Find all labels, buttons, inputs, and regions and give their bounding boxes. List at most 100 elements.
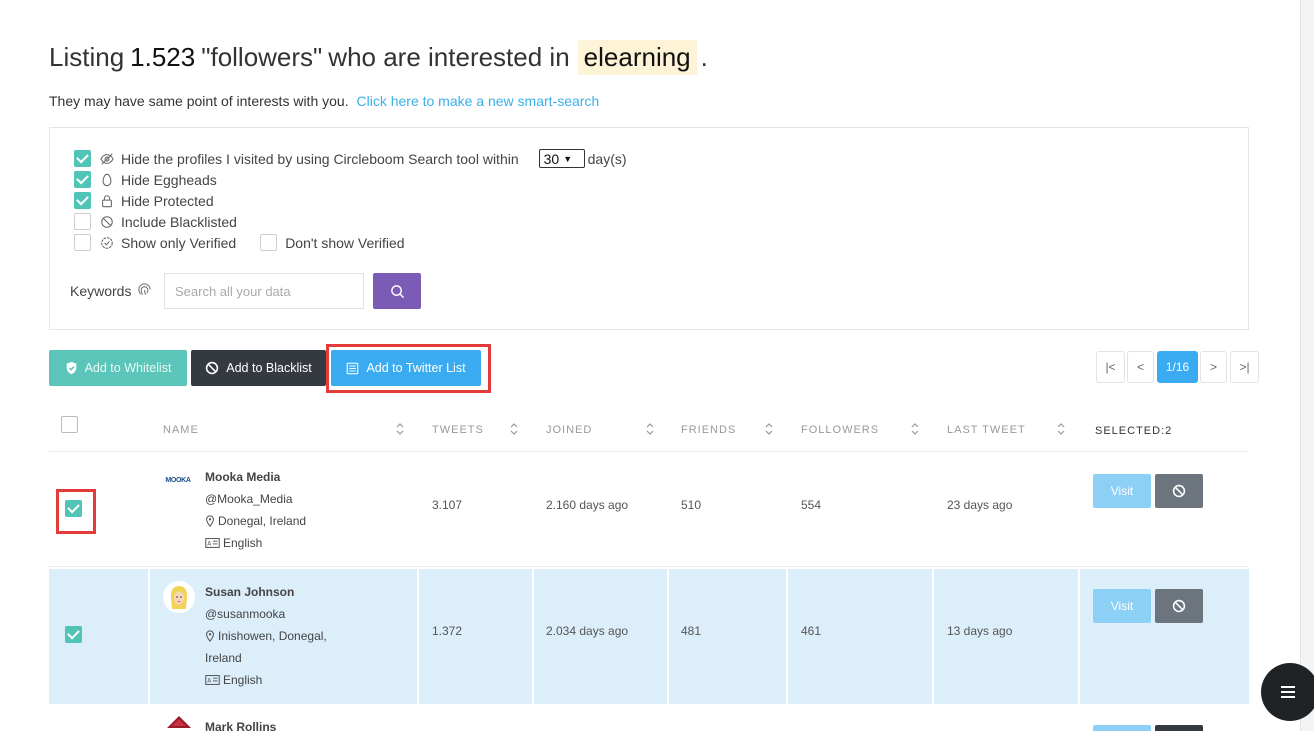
page-scrollbar[interactable]	[1300, 0, 1314, 731]
hide-protected-checkbox[interactable]	[74, 192, 91, 209]
avatar-logo-text: MOOKA	[165, 476, 191, 484]
user-name[interactable]: Mark Rollins	[205, 720, 276, 731]
sort-icon[interactable]	[509, 422, 519, 436]
fingerprint-icon	[137, 282, 152, 300]
block-button[interactable]	[1155, 589, 1203, 623]
user-location: Inishowen, Donegal,	[205, 629, 327, 643]
add-to-whitelist-button[interactable]: Add to Whitelist	[49, 350, 187, 386]
show-only-verified-checkbox[interactable]	[74, 234, 91, 251]
svg-text:A: A	[207, 678, 211, 684]
column-tweets[interactable]: TWEETS	[432, 424, 484, 436]
column-divider	[532, 569, 534, 704]
sort-icon[interactable]	[1056, 422, 1066, 436]
visit-button[interactable]	[1093, 725, 1151, 731]
pagination-next[interactable]: >	[1200, 351, 1227, 383]
add-to-blacklist-button[interactable]: Add to Blacklist	[191, 350, 326, 386]
language-text: English	[223, 536, 263, 550]
hide-visited-checkbox[interactable]	[74, 150, 91, 167]
column-divider	[148, 569, 150, 704]
block-button[interactable]	[1155, 725, 1203, 731]
language-icon: A	[205, 675, 220, 685]
select-all-checkbox[interactable]	[61, 416, 78, 433]
joined-value: 2.160 days ago	[546, 498, 629, 512]
sort-icon[interactable]	[910, 422, 920, 436]
filter-include-blacklisted[interactable]: Include Blacklisted	[74, 213, 237, 230]
days-label: day(s)	[587, 150, 627, 167]
user-name[interactable]: Mooka Media	[205, 470, 280, 484]
page-title: Listing 1.523 "followers" who are intere…	[49, 40, 708, 75]
include-blacklisted-checkbox[interactable]	[74, 213, 91, 230]
filter-hide-visited[interactable]: Hide the profiles I visited by using Cir…	[74, 149, 627, 168]
user-language: A English	[205, 536, 262, 550]
title-middle: who are interested in	[328, 42, 570, 72]
show-only-verified-label: Show only Verified	[121, 234, 237, 251]
column-followers[interactable]: FOLLOWERS	[801, 424, 879, 436]
column-name[interactable]: NAME	[163, 424, 199, 436]
include-blacklisted-label: Include Blacklisted	[121, 213, 237, 230]
followers-count: 554	[801, 498, 822, 512]
user-name[interactable]: Susan Johnson	[205, 585, 294, 599]
avatar: MOOKA	[163, 470, 193, 490]
pagination-prev[interactable]: <	[1127, 351, 1154, 383]
table-header: NAME TWEETS JOINED FRIENDS FOLLOWERS LAS…	[49, 412, 1249, 452]
ban-icon	[99, 214, 115, 230]
keywords-label-group: Keywords	[70, 282, 152, 300]
dont-show-verified-label: Don't show Verified	[285, 234, 405, 251]
hide-eggheads-checkbox[interactable]	[74, 171, 91, 188]
column-last-tweet[interactable]: LAST TWEET	[947, 424, 1026, 436]
user-handle[interactable]: @Mooka_Media	[205, 492, 293, 506]
hide-visited-label: Hide the profiles I visited by using Cir…	[121, 150, 519, 167]
friends-count: 481	[681, 624, 702, 638]
language-icon: A	[205, 538, 220, 548]
chevron-down-icon: ▼	[563, 153, 573, 164]
column-friends[interactable]: FRIENDS	[681, 424, 736, 436]
keywords-label: Keywords	[70, 283, 132, 299]
column-divider	[417, 569, 419, 704]
row-select-checkbox[interactable]	[65, 626, 82, 643]
keywords-search-input[interactable]: Search all your data	[164, 273, 364, 309]
sort-icon[interactable]	[395, 422, 405, 436]
floating-menu-button[interactable]	[1261, 663, 1314, 721]
pagination-last[interactable]: >|	[1230, 351, 1259, 383]
dont-show-verified-checkbox[interactable]	[260, 234, 278, 251]
subtitle: They may have same point of interests wi…	[49, 93, 599, 109]
visit-button[interactable]: Visit	[1093, 474, 1151, 508]
ban-icon	[206, 361, 219, 375]
days-select[interactable]: 30 ▼	[538, 149, 585, 168]
language-text: English	[223, 673, 263, 687]
blacklist-label: Add to Blacklist	[226, 361, 312, 375]
highlight-twitter-list-button	[326, 344, 491, 393]
avatar	[167, 716, 191, 731]
column-joined[interactable]: JOINED	[546, 424, 592, 436]
last-tweet-value: 23 days ago	[947, 498, 1013, 512]
last-tweet-value: 13 days ago	[947, 624, 1013, 638]
whitelist-label: Add to Whitelist	[84, 361, 172, 375]
sort-icon[interactable]	[764, 422, 774, 436]
follower-count: 1.523	[130, 42, 196, 72]
filter-hide-protected[interactable]: Hide Protected	[74, 192, 214, 209]
block-button[interactable]	[1155, 474, 1203, 508]
filter-hide-eggheads[interactable]: Hide Eggheads	[74, 171, 217, 188]
keywords-search-button[interactable]	[373, 273, 421, 309]
visit-button[interactable]: Visit	[1093, 589, 1151, 623]
days-select-value: 30	[543, 150, 560, 167]
user-handle[interactable]: @susanmooka	[205, 607, 285, 621]
column-divider	[667, 569, 669, 704]
hide-protected-label: Hide Protected	[121, 192, 214, 209]
filter-dont-show-verified[interactable]: Don't show Verified	[260, 234, 405, 251]
avatar	[163, 581, 195, 613]
new-smart-search-link[interactable]: Click here to make a new smart-search	[356, 93, 599, 109]
pagination-first[interactable]: |<	[1096, 351, 1125, 383]
pagination-current[interactable]: 1/16	[1157, 351, 1198, 383]
sort-icon[interactable]	[645, 422, 655, 436]
table-row: Mark Rollins	[49, 706, 1249, 731]
friends-count: 510	[681, 498, 702, 512]
column-divider	[1078, 569, 1080, 704]
user-language: A English	[205, 673, 262, 687]
filter-verified-row: Show only Verified Don't show Verified	[74, 234, 405, 251]
tweets-count: 1.372	[432, 624, 463, 638]
location-text: Donegal, Ireland	[218, 514, 307, 528]
tweets-count: 3.107	[432, 498, 463, 512]
ban-icon	[1172, 484, 1186, 498]
verified-badge-icon	[99, 235, 115, 251]
